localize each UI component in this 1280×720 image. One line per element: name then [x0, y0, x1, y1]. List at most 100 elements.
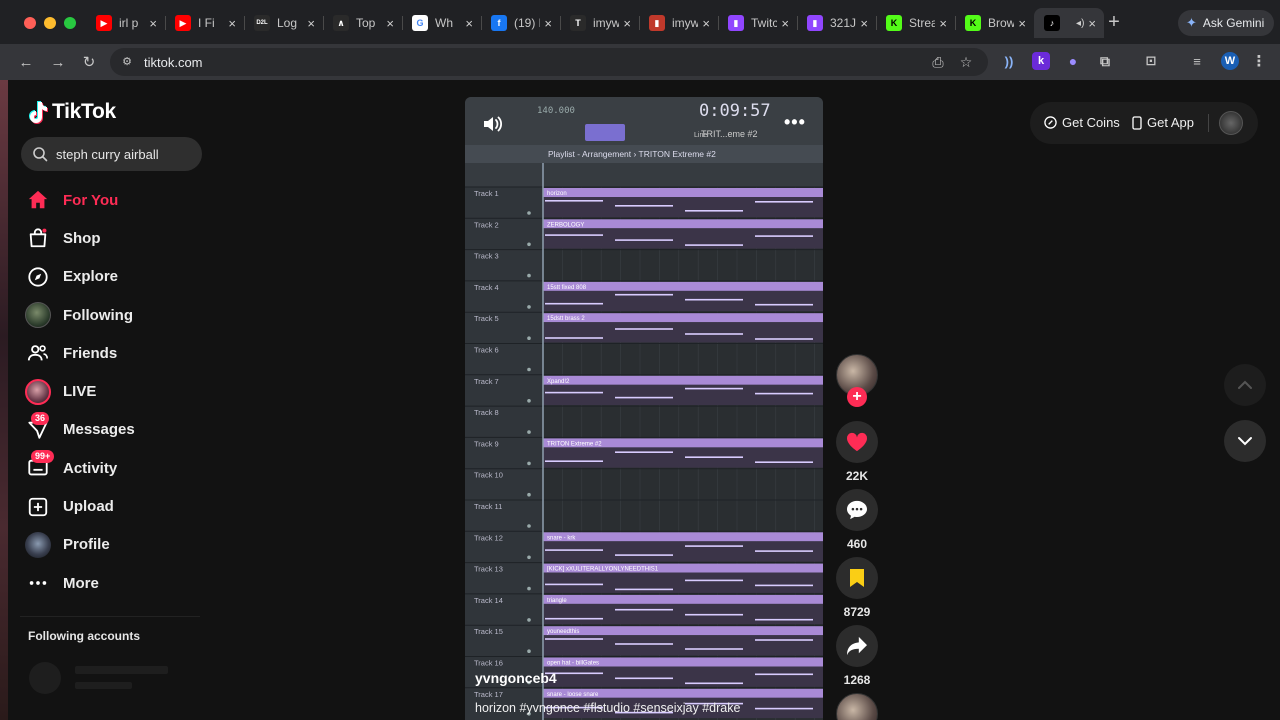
close-tab-icon[interactable]: ×	[781, 16, 789, 31]
notification-badge: 99+	[31, 450, 55, 464]
close-tab-icon[interactable]: ×	[1018, 16, 1026, 31]
browser-tab[interactable]: G Wh ×	[402, 8, 481, 38]
next-video-button[interactable]	[1224, 420, 1266, 462]
close-tab-icon[interactable]: ×	[860, 16, 868, 31]
site-info-icon[interactable]: ⚙	[120, 55, 134, 69]
sidebar-item-friends[interactable]: Friends	[24, 334, 224, 372]
follow-plus-icon[interactable]: +	[847, 387, 867, 407]
tab-audio-icon[interactable]: ◂)	[1076, 18, 1084, 29]
clip-note	[615, 643, 673, 645]
extension-k-icon[interactable]: k	[1032, 52, 1050, 70]
browser-tab-bar: ▶irl p×▶I Fi×D2LLog×∧Top×GWh×f(19) Fa×Ti…	[0, 0, 1280, 44]
user-avatar[interactable]	[1219, 111, 1243, 135]
clip-note	[615, 396, 673, 399]
bookmark-star-icon[interactable]: ☆	[958, 54, 974, 70]
extension-ghost-icon[interactable]: ●	[1064, 52, 1082, 70]
tab-search-icon[interactable]: ⊡	[1142, 52, 1160, 70]
previous-video-button[interactable]	[1224, 364, 1266, 406]
browser-tab[interactable]: ▮ Twitch×	[718, 8, 797, 38]
clip-note	[755, 707, 813, 710]
get-app-label: Get App	[1147, 115, 1194, 130]
track-mute-led	[527, 336, 531, 340]
sidebar-item-messages[interactable]: 36 Messages	[24, 411, 224, 449]
compass-icon	[24, 263, 52, 291]
browser-tab[interactable]: ▶ irl p ×	[86, 8, 165, 38]
browser-tab[interactable]: K Stream×	[876, 8, 955, 38]
sidebar-item-following[interactable]: Following	[24, 296, 224, 334]
clip-note	[755, 673, 813, 676]
get-coins-button[interactable]: Get Coins	[1044, 115, 1120, 130]
minimize-window-button[interactable]	[44, 17, 56, 29]
browser-tab[interactable]: f (19) Fa ×	[481, 8, 560, 38]
video-player[interactable]: 140.000 0:09:57 TRIT...eme #2 Line Playlist …	[465, 97, 823, 720]
search-input[interactable]: steph curry airball	[21, 137, 202, 171]
close-tab-icon[interactable]: ×	[386, 16, 394, 31]
sidebar-item-live[interactable]: LIVE	[24, 372, 224, 410]
friends-icon	[24, 339, 52, 367]
close-tab-icon[interactable]: ×	[465, 16, 473, 31]
browser-tab[interactable]: ▶ I Fi ×	[165, 8, 244, 38]
sidebar-item-activity[interactable]: 99+ Activity	[24, 449, 224, 487]
heart-icon	[846, 432, 868, 452]
header-actions: Get Coins Get App	[1030, 102, 1258, 144]
background-edge	[0, 80, 8, 720]
sidebar-item-profile[interactable]: Profile	[24, 526, 224, 564]
tiktok-logo[interactable]: TikTok	[28, 100, 116, 124]
browser-tab[interactable]: Timywill×	[560, 8, 639, 38]
install-app-icon[interactable]: ⎙	[930, 54, 946, 70]
extension-wave-icon[interactable]: ))	[1000, 52, 1018, 70]
browser-tab[interactable]: ∧ Top ×	[323, 8, 402, 38]
browser-tab[interactable]: D2L Log ×	[244, 8, 323, 38]
close-tab-icon[interactable]: ×	[544, 16, 552, 31]
close-tab-icon[interactable]: ×	[307, 16, 315, 31]
reload-icon[interactable]: ↻	[79, 52, 99, 72]
clip-note	[545, 337, 603, 339]
sidebar-item-label: Profile	[63, 536, 110, 554]
chevron-up-icon	[1238, 380, 1252, 389]
get-app-button[interactable]: Get App	[1132, 115, 1194, 130]
forward-arrow-icon[interactable]: →	[48, 52, 68, 72]
sidebar-divider	[20, 616, 200, 617]
close-window-button[interactable]	[24, 17, 36, 29]
extensions-puzzle-icon[interactable]: ⧉	[1096, 52, 1114, 70]
sidebar-item-label: Activity	[63, 459, 118, 477]
chrome-menu-icon[interactable]: ⋮	[1250, 52, 1268, 70]
track-mute-led	[527, 273, 531, 278]
sidebar-item-more[interactable]: More	[24, 564, 224, 602]
maximize-window-button[interactable]	[64, 17, 76, 29]
browser-tab[interactable]: ♪ ◂) ×	[1034, 8, 1104, 38]
close-tab-icon[interactable]: ×	[228, 16, 236, 31]
close-tab-icon[interactable]: ×	[149, 16, 157, 31]
sidebar-item-upload[interactable]: Upload	[24, 487, 224, 525]
sidebar-item-shop[interactable]: Shop	[24, 219, 224, 257]
video-more-options-icon[interactable]: •••	[784, 112, 806, 133]
close-tab-icon[interactable]: ×	[939, 16, 947, 31]
new-tab-button[interactable]: +	[1104, 12, 1124, 32]
sidebar-item-explore[interactable]: Explore	[24, 258, 224, 296]
track-mute-led	[527, 430, 531, 434]
sidebar-item-for-you[interactable]: For You	[24, 181, 224, 219]
browser-tab[interactable]: ▮ 321JMI×	[797, 8, 876, 38]
save-button[interactable]	[836, 557, 878, 599]
comment-button[interactable]	[836, 489, 878, 531]
clip-body	[543, 666, 823, 687]
close-tab-icon[interactable]: ×	[702, 16, 710, 31]
reading-list-icon[interactable]: ≡	[1188, 52, 1206, 70]
back-arrow-icon[interactable]: ←	[16, 52, 36, 72]
ask-gemini-button[interactable]: ✦ Ask Gemini	[1178, 10, 1275, 36]
share-button[interactable]	[836, 625, 878, 667]
clip-note	[685, 298, 743, 301]
video-author[interactable]: yvngonceb4	[475, 670, 557, 686]
close-tab-icon[interactable]: ×	[1088, 16, 1096, 31]
browser-toolbar: ← → ↻ ⚙ tiktok.com ⎙ ☆ )) k ● ⧉ ⊡ ≡ W ⋮	[0, 44, 1280, 80]
sidebar-item-label: Explore	[63, 268, 119, 286]
close-tab-icon[interactable]: ×	[623, 16, 631, 31]
clip-note	[615, 451, 673, 453]
browser-tab[interactable]: ▮ imywill×	[639, 8, 718, 38]
following-accounts-title: Following accounts	[28, 629, 141, 643]
like-button[interactable]	[836, 421, 878, 463]
address-bar[interactable]: ⚙ tiktok.com ⎙ ☆	[110, 48, 988, 76]
browser-tab[interactable]: K Browse×	[955, 8, 1034, 38]
profile-avatar-icon[interactable]: W	[1221, 52, 1239, 70]
volume-icon[interactable]	[482, 114, 504, 134]
